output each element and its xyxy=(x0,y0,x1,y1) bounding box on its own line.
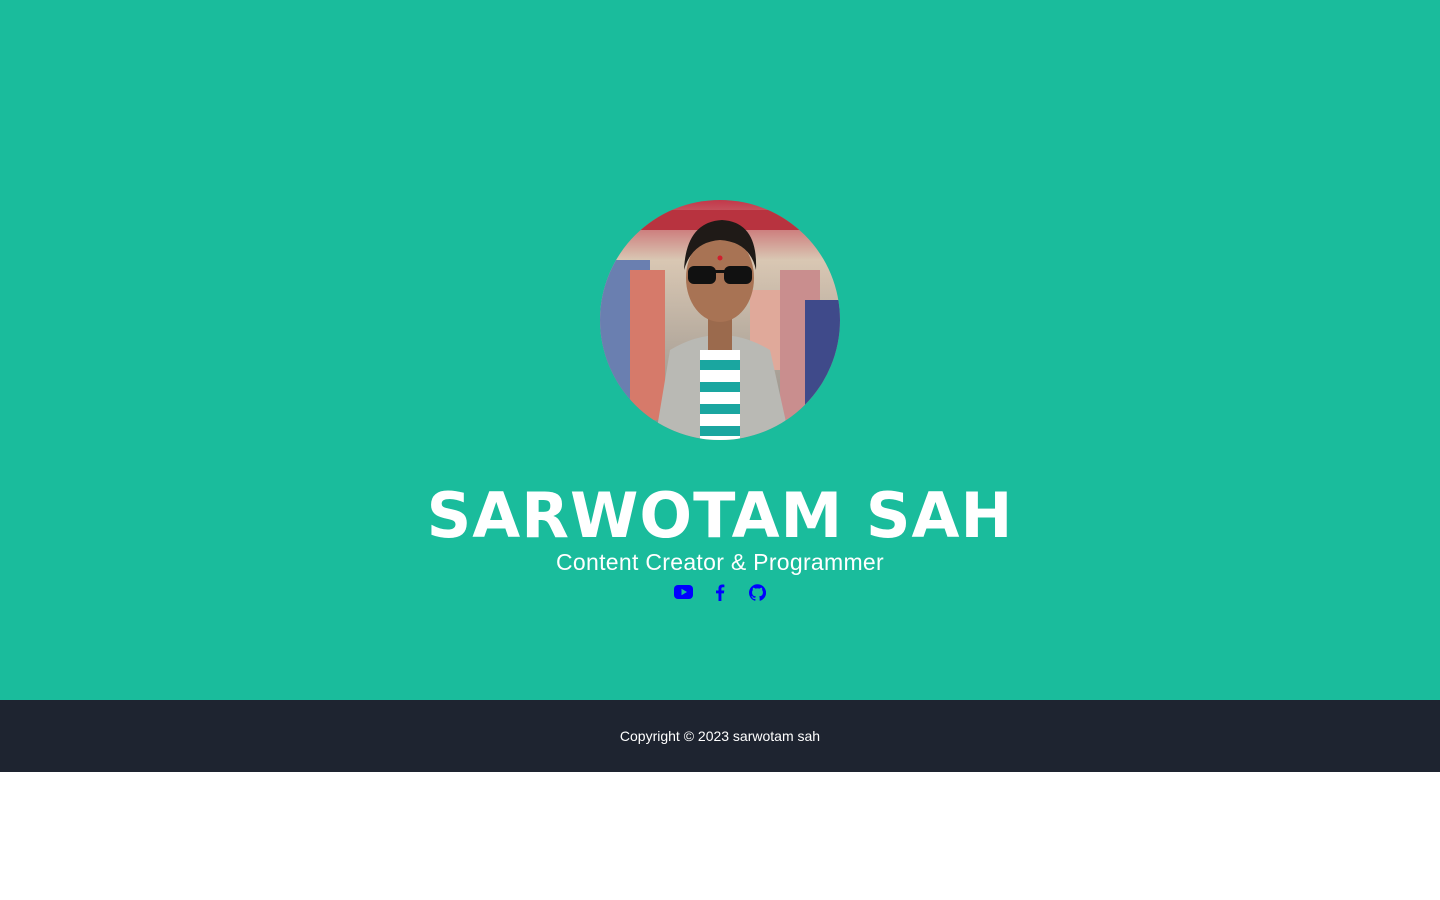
profile-name: SARWOTAM SAH xyxy=(426,479,1014,552)
youtube-icon xyxy=(673,585,693,599)
github-link[interactable] xyxy=(748,581,767,603)
profile-subtitle: Content Creator & Programmer xyxy=(556,549,884,575)
facebook-link[interactable] xyxy=(711,581,730,603)
profile-photo xyxy=(600,200,840,440)
social-links xyxy=(0,580,1440,604)
facebook-icon xyxy=(716,584,725,601)
copyright-text: Copyright © 2023 sarwotam sah xyxy=(619,728,821,744)
youtube-link[interactable] xyxy=(673,581,693,603)
profile-avatar xyxy=(600,200,840,440)
github-icon xyxy=(748,583,766,601)
hero-section: SARWOTAM SAH Content Creator & Programme… xyxy=(0,0,1440,700)
footer: Copyright © 2023 sarwotam sah xyxy=(0,700,1440,772)
